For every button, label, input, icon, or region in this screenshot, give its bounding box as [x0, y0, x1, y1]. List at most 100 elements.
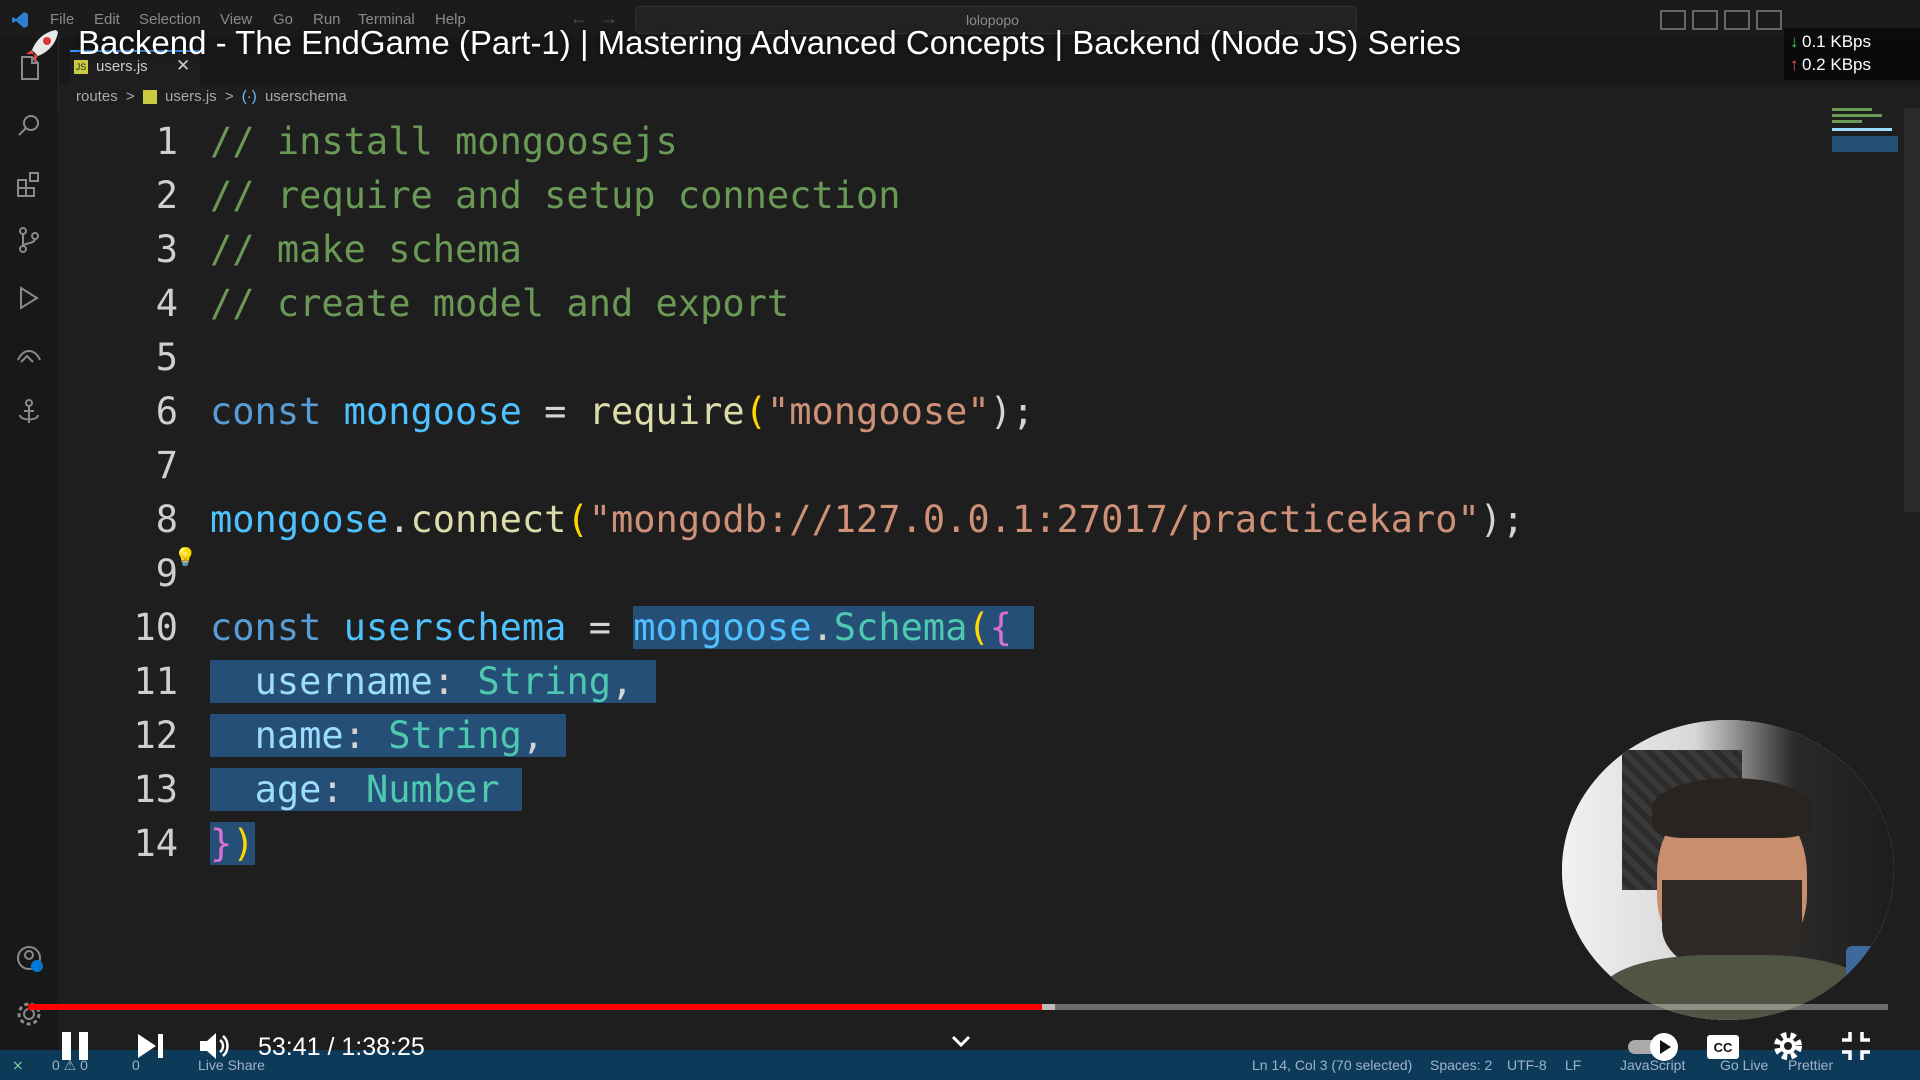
code-punctuation: ); — [989, 390, 1035, 433]
code-line-10: const userschema = mongoose.Schema({ — [210, 601, 1035, 655]
code-punctuation: : — [321, 768, 344, 811]
lightbulb-icon[interactable]: 💡 — [174, 547, 196, 568]
autoplay-toggle-icon[interactable] — [1626, 1032, 1688, 1062]
line-number: 12 — [133, 714, 178, 757]
breadcrumb-symbol[interactable]: userschema — [265, 88, 347, 105]
code-line-11: username: String, — [210, 655, 656, 709]
symbol-variable-icon: (·) — [241, 88, 257, 105]
code-type: Number — [365, 768, 500, 811]
line-number: 13 — [133, 768, 178, 811]
code-variable: mongoose — [343, 390, 522, 433]
remote-icon[interactable] — [13, 340, 45, 372]
code-paren: ) — [232, 822, 255, 865]
customize-layout-icon[interactable] — [1756, 10, 1782, 30]
code-function: require — [588, 390, 745, 433]
code-punctuation: : — [343, 714, 366, 757]
code-line-4: // create model and export — [210, 277, 789, 331]
code-comment: // install mongoosejs — [210, 120, 678, 163]
exit-fullscreen-icon[interactable] — [1840, 1030, 1872, 1062]
code-brace: } — [210, 822, 233, 865]
breadcrumb: routes > users.js > (·) userschema — [76, 88, 351, 110]
code-string: "mongodb://127.0.0.1:27017/practicekaro" — [588, 498, 1480, 541]
minimap[interactable] — [1832, 108, 1902, 152]
breadcrumb-separator: > — [125, 88, 135, 105]
editor-scrollbar[interactable] — [1904, 108, 1920, 512]
pause-icon[interactable] — [60, 1030, 90, 1062]
line-number: 4 — [155, 282, 178, 325]
code-line-13: age: Number — [210, 763, 522, 817]
video-buffered-bar — [1041, 1004, 1055, 1010]
code-property: age — [254, 768, 322, 811]
code-type: String — [388, 714, 522, 757]
code-line-12: name: String, — [210, 709, 567, 763]
line-number: 14 — [133, 822, 178, 865]
line-number: 2 — [155, 174, 178, 217]
code-punctuation: . — [811, 606, 834, 649]
run-debug-icon[interactable] — [13, 282, 45, 314]
code-line-6: const mongoose = require("mongoose"); — [210, 385, 1034, 439]
code-operator: = — [588, 606, 611, 649]
code-type: String — [477, 660, 611, 703]
chevron-down-icon[interactable] — [950, 1034, 972, 1048]
code-comment: // create model and export — [210, 282, 790, 325]
code-type: Schema — [833, 606, 968, 649]
video-played-bar — [28, 1004, 1042, 1010]
code-string: "mongoose" — [766, 390, 990, 433]
breadcrumb-folder[interactable]: routes — [76, 88, 118, 105]
code-punctuation: . — [388, 498, 411, 541]
webcam-overlay — [1562, 720, 1894, 1020]
download-speed: 0.1 KBps — [1802, 32, 1871, 51]
video-progress-bar[interactable] — [28, 1004, 1888, 1010]
settings-icon[interactable] — [1772, 1030, 1804, 1062]
layout-toggle-icon[interactable] — [1660, 10, 1686, 30]
line-number: 5 — [155, 336, 178, 379]
line-number: 7 — [155, 444, 178, 487]
code-function: connect — [410, 498, 567, 541]
code-punctuation: : — [432, 660, 456, 703]
captions-icon[interactable]: CC — [1706, 1034, 1740, 1060]
code-punctuation: , — [521, 714, 545, 757]
line-number: 1 — [155, 120, 178, 163]
code-property: name — [254, 714, 344, 757]
code-operator: = — [544, 390, 567, 433]
video-title: Backend - The EndGame (Part-1) | Masteri… — [78, 24, 1462, 61]
code-property: username — [254, 660, 433, 703]
code-punctuation: , — [611, 660, 634, 703]
line-number: 11 — [133, 660, 178, 703]
download-arrow-icon: ↓ — [1790, 32, 1799, 51]
breadcrumb-file[interactable]: users.js — [165, 88, 217, 105]
code-comment: // make schema — [210, 228, 522, 271]
line-number: 6 — [155, 390, 178, 433]
network-speed-widget: ↓ 0.1 KBps ↑ 0.2 KBps — [1784, 28, 1920, 80]
account-icon[interactable] — [13, 942, 45, 974]
code-keyword: const — [210, 390, 322, 433]
svg-text:CC: CC — [1714, 1040, 1733, 1055]
upload-speed: 0.2 KBps — [1802, 55, 1871, 74]
line-number: 9 — [155, 552, 178, 595]
code-variable: mongoose — [633, 606, 812, 649]
code-line-2: // require and setup connection — [210, 169, 901, 223]
code-variable: mongoose — [210, 498, 389, 541]
upload-arrow-icon: ↑ — [1790, 55, 1799, 74]
line-number: 10 — [133, 606, 178, 649]
line-number: 8 — [155, 498, 178, 541]
code-line-1: // install mongoosejs — [210, 115, 678, 169]
code-paren: ( — [967, 606, 990, 649]
extensions-icon[interactable] — [13, 168, 45, 200]
activity-bar — [0, 38, 59, 1050]
search-icon[interactable] — [13, 110, 45, 142]
volume-icon[interactable] — [198, 1030, 232, 1062]
code-variable: userschema — [343, 606, 567, 649]
code-brace: { — [989, 606, 1012, 649]
source-control-icon[interactable] — [13, 224, 45, 256]
code-keyword: const — [210, 606, 322, 649]
code-punctuation: ); — [1479, 498, 1525, 541]
panel-toggle-icon[interactable] — [1692, 10, 1718, 30]
next-icon[interactable] — [136, 1032, 166, 1060]
code-paren: ( — [566, 498, 589, 541]
rocket-icon — [26, 30, 58, 62]
sidebar-toggle-icon[interactable] — [1724, 10, 1750, 30]
code-paren: ( — [744, 390, 767, 433]
anchor-icon[interactable] — [13, 396, 45, 428]
video-time: 53:41 / 1:38:25 — [258, 1033, 425, 1061]
